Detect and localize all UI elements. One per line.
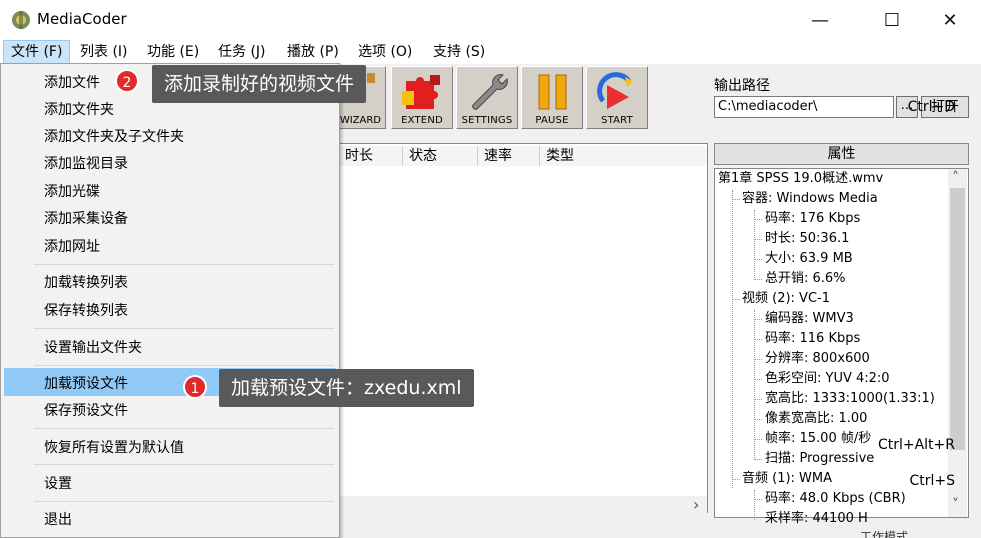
menu-add-disc[interactable]: 添加光碟 [44,181,100,201]
menu-separator [34,264,334,265]
tree-item[interactable]: 码率: 116 Kbps [765,329,860,349]
pause-icon [538,74,567,110]
close-button[interactable]: ✕ [927,0,973,40]
tree-item-audio[interactable]: 音频 (1): WMA [742,469,832,489]
menu-separator [34,328,334,329]
tree-item[interactable]: 扫描: Progressive [765,449,874,469]
menu-task[interactable]: 任务 (J) [211,40,273,64]
output-path-input[interactable]: C:\mediacoder\ [714,96,894,118]
window-title: MediaCoder [37,10,127,28]
wrench-icon [472,74,508,110]
menu-add-url[interactable]: 添加网址 [44,236,100,256]
tree-item-container[interactable]: 容器: Windows Media [742,189,878,209]
menu-add-folder-recursive[interactable]: 添加文件夹及子文件夹 [44,126,184,146]
callout-badge-1: 1 [183,375,207,399]
start-play-icon [597,72,633,109]
status-partial-text: 工作模式 [860,530,909,538]
tree-item[interactable]: 编码器: WMV3 [765,309,854,329]
menu-options[interactable]: 选项 (O) [351,40,419,64]
menu-add-watch-folder[interactable]: 添加监视目录 [44,153,128,173]
menu-file[interactable]: 文件 (F) [3,40,71,64]
menu-support[interactable]: 支持 (S) [426,40,492,64]
menu-set-output-folder[interactable]: 设置输出文件夹 [44,337,142,357]
callout-badge-2: 2 [115,69,139,93]
tree-item[interactable]: 大小: 63.9 MB [765,249,853,269]
callout-add-video: 添加录制好的视频文件 [152,65,367,103]
scroll-down-arrow-icon[interactable]: ˅ [952,497,959,513]
menu-add-file[interactable]: 添加文件 [44,72,100,92]
tree-item[interactable]: 宽高比: 1333:1000(1.33:1) [765,389,935,409]
menu-list[interactable]: 列表 (I) [73,40,135,64]
shortcut-settings: Ctrl+S [909,473,955,489]
callout-load-preset: 加载预设文件：zxedu.xml [219,369,474,407]
tree-item[interactable]: 色彩空间: YUV 4:2:0 [765,369,890,389]
extend-label: EXTEND [401,115,443,126]
menu-save-list[interactable]: 保存转换列表 [44,300,128,320]
column-type[interactable]: 类型 [540,146,707,166]
properties-header: 属性 [714,143,969,165]
settings-label: SETTINGS [461,115,513,126]
minimize-button[interactable]: — [797,0,843,40]
menu-separator [34,464,334,465]
settings-button[interactable]: SETTINGS [456,66,518,129]
maximize-button[interactable]: ☐ [869,0,915,40]
mediacoder-app-icon [10,9,32,31]
tree-item[interactable]: 总开销: 6.6% [765,269,846,289]
menu-play[interactable]: 播放 (P) [280,40,346,64]
menu-add-capture-device[interactable]: 添加采集设备 [44,208,128,228]
menu-function[interactable]: 功能 (E) [140,40,206,64]
tree-item-video[interactable]: 视频 (2): VC-1 [742,289,830,309]
menu-restore-defaults[interactable]: 恢复所有设置为默认值 [44,437,184,457]
menu-load-preset[interactable]: 加载预设文件 [44,373,128,393]
pause-label: PAUSE [535,115,569,126]
menu-separator [34,501,334,502]
tree-item[interactable]: 分辨率: 800x600 [765,349,870,369]
scroll-up-arrow-icon[interactable]: ˄ [952,170,959,186]
output-path-label: 输出路径 [714,78,770,94]
tree-item-file[interactable]: 第1章 SPSS 19.0概述.wmv [718,169,883,189]
menu-exit[interactable]: 退出 [44,509,72,529]
file-list[interactable] [338,143,708,513]
menu-add-folder[interactable]: 添加文件夹 [44,99,114,119]
column-rate[interactable]: 速率 [478,146,540,166]
puzzle-icon [402,75,440,109]
tree-item[interactable]: 时长: 50:36.1 [765,229,849,249]
file-list-hscrollbar[interactable] [339,496,707,513]
tree-item[interactable]: 码率: 176 Kbps [765,209,860,229]
menu-separator [34,428,334,429]
column-duration[interactable]: 时长 [339,146,403,166]
properties-scroll-thumb[interactable] [950,188,965,450]
tree-item[interactable]: 采样率: 44100 H [765,509,868,529]
menu-separator [34,365,334,366]
tree-item[interactable]: 像素宽高比: 1.00 [765,409,867,429]
scroll-right-arrow-icon[interactable]: › [693,495,699,514]
start-button[interactable]: START [586,66,648,129]
pause-button[interactable]: PAUSE [521,66,583,129]
shortcut-restore-defaults: Ctrl+Alt+R [877,437,955,453]
menu-load-list[interactable]: 加载转换列表 [44,272,128,292]
start-label: START [601,115,633,126]
menu-save-preset[interactable]: 保存预设文件 [44,400,128,420]
menu-settings[interactable]: 设置 [44,473,72,493]
tree-item[interactable]: 码率: 48.0 Kbps (CBR) [765,489,906,509]
extend-button[interactable]: EXTEND [391,66,453,129]
tree-item[interactable]: 帧率: 15.00 帧/秒 [765,429,871,449]
column-status[interactable]: 状态 [403,146,478,166]
shortcut-add-folder: Ctrl+D [907,99,955,115]
